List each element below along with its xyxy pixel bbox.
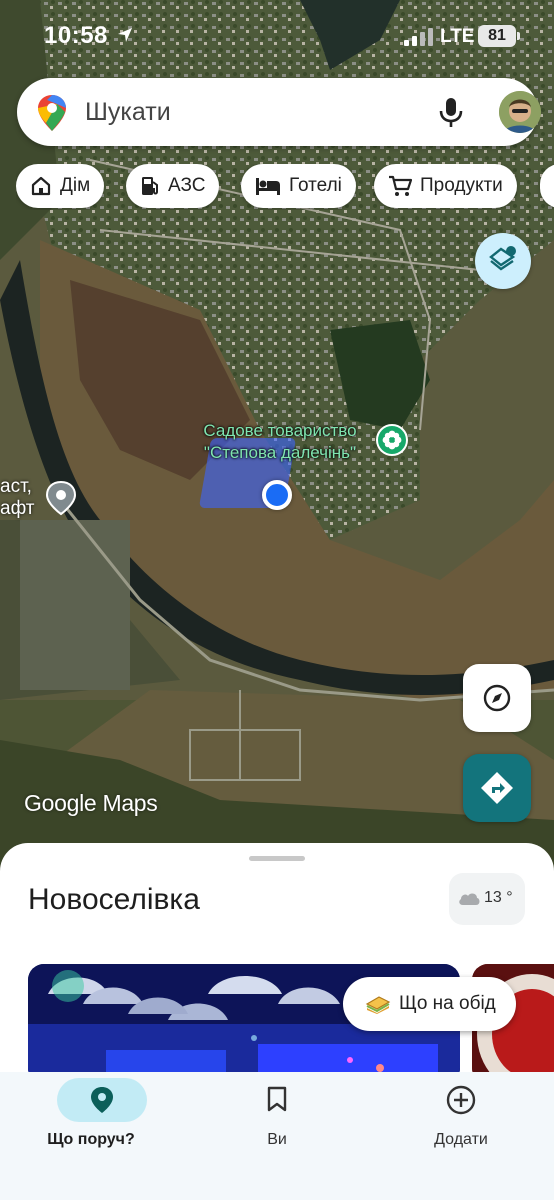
nav-label: Ви xyxy=(267,1131,287,1148)
nav-label: Додати xyxy=(434,1131,488,1148)
bookmark-icon xyxy=(267,1086,287,1112)
chip-groceries[interactable]: Продукти xyxy=(374,164,517,208)
place-label-line2: афт xyxy=(0,498,35,519)
chip-gas-station[interactable]: АЗС xyxy=(126,164,220,208)
location-pin-icon xyxy=(91,1087,113,1113)
nav-you[interactable]: Ви xyxy=(197,1072,357,1200)
layers-icon xyxy=(489,246,516,271)
compass-button[interactable] xyxy=(463,664,531,732)
map-pin-icon[interactable] xyxy=(44,480,78,516)
shopping-cart-icon xyxy=(389,175,412,196)
google-maps-pin-icon xyxy=(38,95,66,131)
compass-icon xyxy=(483,684,511,712)
place-label-left[interactable]: аст, афт xyxy=(0,476,34,520)
place-title: Новоселівка xyxy=(28,883,200,916)
status-bar: 10:58 LTE 81 xyxy=(0,0,554,72)
sheet-handle[interactable] xyxy=(249,856,305,861)
chip-label: Готелі xyxy=(289,175,342,196)
chip-label: Дім xyxy=(60,175,91,196)
cloud-icon xyxy=(459,893,480,905)
chip-home[interactable]: Дім xyxy=(16,164,105,208)
gas-station-icon xyxy=(142,177,158,195)
hotel-bed-icon xyxy=(256,178,280,195)
place-label-line1: аст, xyxy=(0,476,32,497)
microphone-icon[interactable] xyxy=(437,96,465,128)
chip-label: Продукти xyxy=(420,175,503,196)
satellite-map[interactable]: Садове товариство "Степова далечінь" аст… xyxy=(0,0,554,880)
my-location-dot xyxy=(262,480,292,510)
category-chips: Дім АЗС Готелі Продукти xyxy=(16,164,554,210)
network-type: LTE xyxy=(440,26,475,47)
poi-name-line2: "Степова далечінь" xyxy=(203,443,357,462)
lunch-chip-label: Що на обід xyxy=(399,993,496,1014)
flower-icon[interactable] xyxy=(376,424,408,456)
chip-label: АЗС xyxy=(168,175,206,196)
signal-icon xyxy=(404,28,433,46)
battery-icon: 81 xyxy=(478,25,520,47)
chip-more[interactable] xyxy=(540,164,554,208)
search-bar[interactable]: Шукати xyxy=(17,78,541,146)
nav-explore[interactable]: Що поруч? xyxy=(11,1072,171,1200)
poi-name-line1: Садове товариство xyxy=(203,421,357,440)
chip-hotels[interactable]: Готелі xyxy=(241,164,356,208)
lunch-suggestion-chip[interactable]: Що на обід xyxy=(343,977,516,1031)
avatar[interactable] xyxy=(499,91,541,133)
add-circle-icon xyxy=(446,1085,476,1115)
weather-badge[interactable]: 13 ° xyxy=(449,873,525,925)
status-time: 10:58 xyxy=(44,22,108,49)
layers-button[interactable] xyxy=(475,233,531,289)
poi-label[interactable]: Садове товариство "Степова далечінь" xyxy=(170,420,390,464)
google-maps-logo: Google Maps xyxy=(24,790,158,816)
search-input[interactable]: Шукати xyxy=(85,98,171,127)
bottom-navigation: Що поруч? Ви Додати xyxy=(0,1072,554,1200)
directions-button[interactable] xyxy=(463,754,531,822)
home-icon xyxy=(31,176,51,196)
nav-contribute[interactable]: Додати xyxy=(381,1072,541,1200)
directions-icon xyxy=(481,772,513,804)
sandwich-icon xyxy=(365,996,391,1014)
location-arrow-icon xyxy=(118,28,132,42)
temperature: 13 ° xyxy=(484,889,513,906)
nav-label: Що поруч? xyxy=(47,1131,135,1148)
